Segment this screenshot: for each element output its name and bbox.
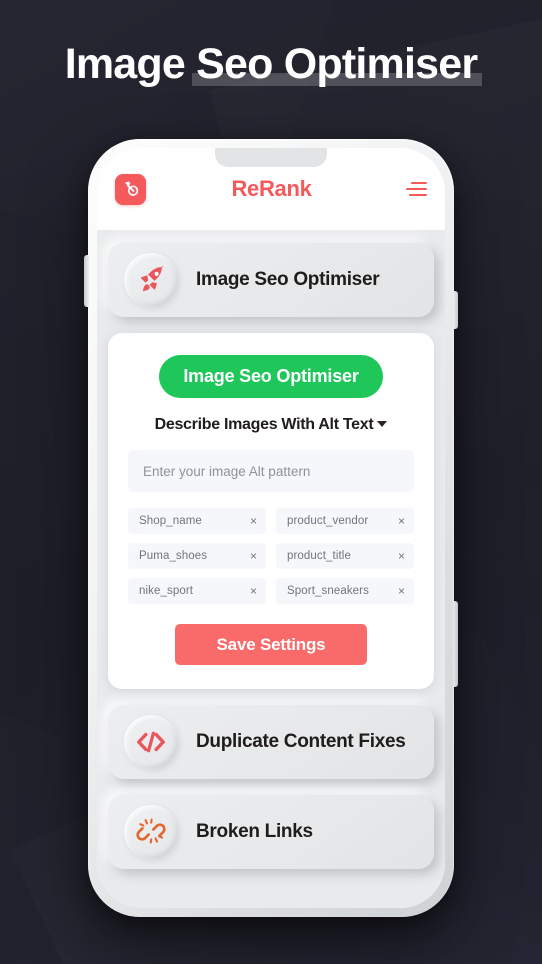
close-icon[interactable]: × bbox=[250, 585, 257, 597]
code-brackets-icon bbox=[124, 715, 178, 769]
alt-text-mode-dropdown[interactable]: Describe Images With Alt Text bbox=[128, 416, 414, 434]
page-headline: Image Seo Optimiser bbox=[0, 40, 542, 89]
tag-chip[interactable]: product_title × bbox=[276, 543, 414, 569]
image-seo-optimiser-pill-button[interactable]: Image Seo Optimiser bbox=[159, 355, 383, 398]
app-content-area: Image Seo Optimiser Image Seo Optimiser … bbox=[97, 230, 445, 908]
alt-text-mode-dropdown-label: Describe Images With Alt Text bbox=[154, 416, 374, 433]
rocket-icon bbox=[124, 253, 178, 307]
nav-item-duplicate-content-fixes[interactable]: Duplicate Content Fixes bbox=[108, 705, 434, 779]
hamburger-line-2 bbox=[406, 188, 427, 190]
phone-left-side-button[interactable] bbox=[84, 255, 89, 307]
tag-chip[interactable]: Puma_shoes × bbox=[128, 543, 266, 569]
phone-right-side-button-bottom[interactable] bbox=[453, 601, 458, 687]
alt-pattern-input[interactable] bbox=[128, 450, 414, 492]
phone-right-side-button-top[interactable] bbox=[453, 291, 458, 329]
phone-screen: ReRank Image Seo Optimiser Image Seo Opt… bbox=[97, 148, 445, 908]
hamburger-menu-icon[interactable] bbox=[405, 182, 427, 196]
hamburger-line-1 bbox=[411, 182, 427, 184]
close-icon[interactable]: × bbox=[250, 550, 257, 562]
tag-chip[interactable]: nike_sport × bbox=[128, 578, 266, 604]
hamburger-line-3 bbox=[409, 194, 427, 196]
headline-plain-text: Image bbox=[64, 40, 197, 88]
tag-label: Sport_sneakers bbox=[287, 585, 369, 597]
nav-item-broken-links[interactable]: Broken Links bbox=[108, 795, 434, 869]
phone-mockup: ReRank Image Seo Optimiser Image Seo Opt… bbox=[84, 139, 458, 917]
chevron-down-icon bbox=[377, 421, 388, 427]
tag-chip[interactable]: product_vendor × bbox=[276, 508, 414, 534]
close-icon[interactable]: × bbox=[398, 550, 405, 562]
tag-label: Puma_shoes bbox=[139, 550, 208, 562]
pill-row: Image Seo Optimiser bbox=[128, 355, 414, 398]
tag-chip[interactable]: Shop_name × bbox=[128, 508, 266, 534]
save-row: Save Settings bbox=[128, 624, 414, 665]
nav-item-label: Duplicate Content Fixes bbox=[196, 731, 406, 752]
tag-label: product_vendor bbox=[287, 515, 369, 527]
tag-label: nike_sport bbox=[139, 585, 194, 597]
close-icon[interactable]: × bbox=[398, 585, 405, 597]
tag-label: product_title bbox=[287, 550, 351, 562]
nav-item-image-seo-optimiser[interactable]: Image Seo Optimiser bbox=[108, 243, 434, 317]
broken-link-icon bbox=[124, 805, 178, 859]
tag-label: Shop_name bbox=[139, 515, 202, 527]
image-seo-settings-panel: Image Seo Optimiser Describe Images With… bbox=[108, 333, 434, 689]
alt-pattern-tag-list: Shop_name × product_vendor × Puma_shoes … bbox=[128, 508, 414, 604]
tag-chip[interactable]: Sport_sneakers × bbox=[276, 578, 414, 604]
nav-item-label: Image Seo Optimiser bbox=[196, 269, 380, 290]
close-icon[interactable]: × bbox=[398, 515, 405, 527]
app-title: ReRank bbox=[231, 176, 312, 201]
nav-item-label: Broken Links bbox=[196, 821, 313, 842]
save-settings-button[interactable]: Save Settings bbox=[175, 624, 367, 665]
headline-highlighted-text: Seo Optimiser bbox=[196, 40, 478, 88]
phone-notch bbox=[215, 148, 327, 167]
close-icon[interactable]: × bbox=[250, 515, 257, 527]
